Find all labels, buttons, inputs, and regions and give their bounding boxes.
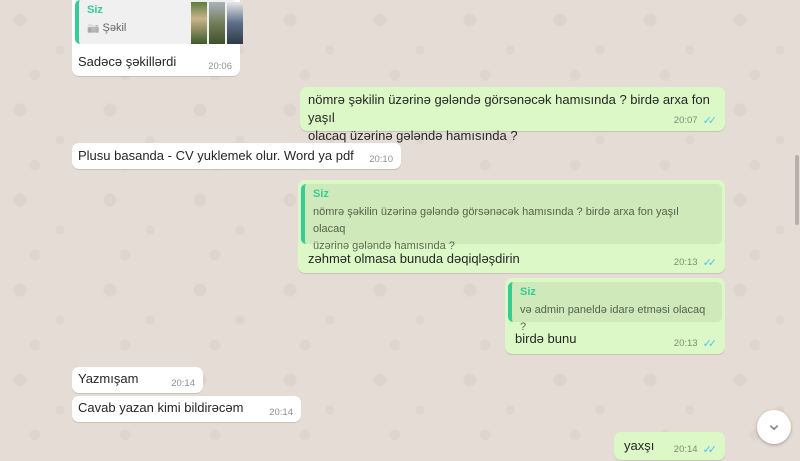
message-time: 20:13 [673, 338, 698, 349]
chevron-down-icon: ⌄ [765, 413, 783, 435]
quoted-message[interactable]: Siz nömrə şəkilin üzərinə gələndə görsən… [301, 184, 722, 252]
quoted-message[interactable]: Siz və admin paneldə idarə etməsi olacaq… [508, 282, 722, 333]
message-text: birdə bunu [515, 331, 577, 346]
message-meta: 20:07 ✓✓ [674, 114, 717, 127]
quote-author: Siz [520, 286, 536, 298]
message-text: zəhmət olmasa bunuda dəqiqləşdirin [308, 251, 520, 266]
message-time: 20:14 [171, 378, 195, 389]
message-text: Cavab yazan kimi bildirəcəm [78, 400, 244, 415]
message-time: 20:10 [369, 154, 393, 165]
quote-author: Siz [313, 188, 329, 200]
message-bubble-incoming[interactable]: Yazmışam 20:14 [72, 367, 203, 393]
image-thumbnails [191, 2, 243, 44]
image-thumbnail [227, 2, 243, 44]
message-text: Yazmışam [78, 371, 139, 386]
quoted-message[interactable]: Siz 📷 Şəkil [75, 0, 243, 44]
message-bubble-outgoing[interactable]: Siz və admin paneldə idarə etməsi olacaq… [505, 278, 725, 354]
message-bubble-outgoing[interactable]: Siz nömrə şəkilin üzərinə gələndə görsən… [298, 180, 725, 273]
message-meta: 20:13 ✓✓ [674, 256, 717, 269]
scroll-to-bottom-button[interactable]: ⌄ [757, 410, 791, 444]
message-meta: 20:13 ✓✓ [674, 337, 717, 350]
read-ticks-icon: ✓✓ [702, 257, 718, 269]
message-bubble-incoming[interactable]: Cavab yazan kimi bildirəcəm 20:14 [72, 396, 301, 422]
quote-text: nömrə şəkilin üzərinə gələndə görsənəcək… [313, 206, 679, 252]
message-bubble-incoming[interactable]: Siz 📷 Şəkil Sadəcə şəkillərdi 20:06 [72, 0, 243, 76]
message-bubble-outgoing[interactable]: nömrə şəkilin üzərinə gələndə görsənəcək… [300, 87, 725, 143]
message-time: 20:14 [673, 444, 698, 455]
image-thumbnail [209, 2, 225, 44]
image-thumbnail [191, 2, 207, 44]
message-text: Sadəcə şəkillərdi [78, 54, 177, 69]
message-time: 20:13 [673, 257, 698, 268]
read-ticks-icon: ✓✓ [702, 115, 718, 127]
message-bubble-outgoing[interactable]: yaxşı 20:14 ✓✓ [614, 432, 725, 460]
message-text: yaxşı [624, 438, 655, 453]
message-text: nömrə şəkilin üzərinə gələndə görsənəcək… [308, 92, 710, 143]
read-ticks-icon: ✓✓ [702, 444, 718, 456]
camera-icon: 📷 [87, 23, 100, 34]
message-text: Plusu basanda - CV yuklemek olur. Word y… [78, 148, 354, 163]
scrollbar-thumb[interactable] [795, 155, 799, 225]
scrollbar[interactable] [794, 0, 800, 461]
message-time: 20:14 [269, 407, 293, 418]
message-time: 20:06 [208, 61, 232, 72]
chat-panel[interactable]: Siz 📷 Şəkil Sadəcə şəkillərdi 20:06 nömr… [0, 0, 800, 461]
message-bubble-incoming[interactable]: Plusu basanda - CV yuklemek olur. Word y… [72, 143, 401, 169]
read-ticks-icon: ✓✓ [702, 338, 718, 350]
message-meta: 20:14 ✓✓ [674, 443, 717, 456]
message-time: 20:07 [673, 115, 698, 126]
